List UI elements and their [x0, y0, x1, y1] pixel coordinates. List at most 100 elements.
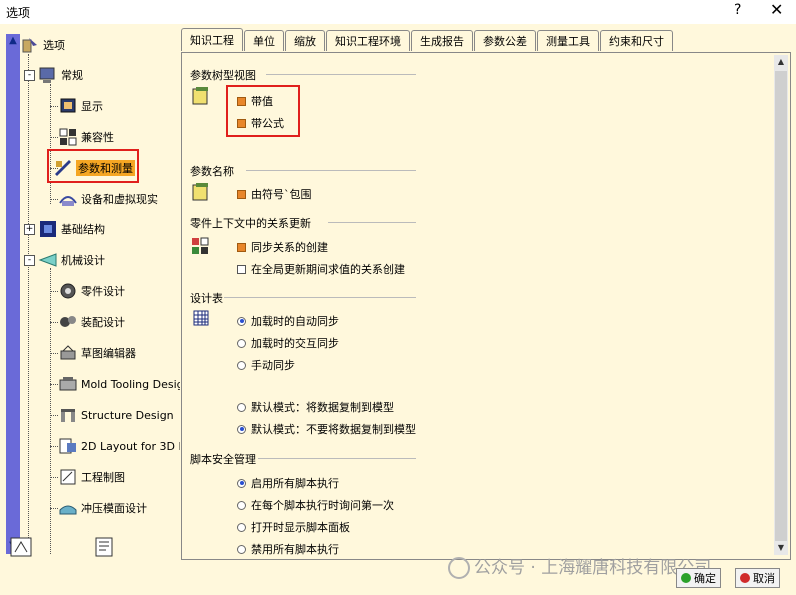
radio-interactive-sync[interactable]: 加载时的交互同步 — [237, 335, 339, 351]
tree-scrollbar[interactable]: ▲ ▼ — [6, 34, 20, 554]
tree-item-die-face[interactable]: 冲压模面设计 — [58, 497, 147, 519]
checkbox-label: 带公式 — [251, 117, 284, 130]
radio-show-script-panel[interactable]: 打开时显示脚本面板 — [237, 519, 350, 535]
tree-item-drafting[interactable]: 工程制图 — [58, 466, 125, 488]
section-title-tree-view: 参数树型视图 — [190, 69, 256, 82]
section-divider — [246, 170, 416, 171]
checkbox-with-value[interactable]: 带值 — [237, 93, 273, 109]
tree-item-label: 2D Layout for 3D Des — [81, 439, 180, 453]
tree-expander-general[interactable]: - — [24, 70, 35, 81]
tree-scroll-up-arrow[interactable]: ▲ — [7, 35, 19, 47]
tree-item-part-design[interactable]: 零件设计 — [58, 280, 125, 302]
tree-item-devices-vr[interactable]: 设备和虚拟现实 — [58, 188, 158, 210]
tree-item-display[interactable]: 显示 — [58, 95, 103, 117]
checkbox[interactable] — [237, 189, 246, 199]
tab-content: ▲ ▼ 参数树型视图 带值 带公式 参数名称 由符号`包围 零件上下文中的关系更… — [181, 52, 791, 560]
scroll-up-arrow-icon[interactable]: ▲ — [775, 56, 787, 68]
ok-button-label: 确定 — [694, 572, 716, 585]
drafting-icon — [58, 467, 78, 487]
tree-connector — [50, 384, 58, 385]
tab-knowledge-environment[interactable]: 知识工程环境 — [326, 30, 410, 51]
tree-expander-infrastructure[interactable]: + — [24, 224, 35, 235]
radio-disable-all-scripts[interactable]: 禁用所有脚本执行 — [237, 541, 339, 557]
section-divider — [258, 458, 416, 459]
close-button[interactable]: ✕ — [770, 0, 783, 19]
cancel-button[interactable]: 取消 — [735, 568, 780, 588]
tab-knowledgeware[interactable]: 知识工程 — [181, 28, 243, 51]
tree-tool-2-icon — [95, 537, 113, 557]
tree-item-label: 工程制图 — [81, 471, 125, 484]
tree-item-label: 参数和测量 — [76, 160, 135, 176]
radio[interactable] — [237, 544, 246, 554]
tree-item-parameters-measure[interactable]: 参数和测量 — [53, 157, 135, 179]
checkbox[interactable] — [237, 242, 246, 252]
radio-manual-sync[interactable]: 手动同步 — [237, 357, 295, 373]
checkbox-with-formula[interactable]: 带公式 — [237, 115, 284, 131]
cancel-button-label: 取消 — [753, 572, 775, 585]
tab-constraints-dimensions[interactable]: 约束和尺寸 — [600, 30, 673, 51]
section-title-relations-update: 零件上下文中的关系更新 — [190, 217, 311, 230]
content-scrollbar[interactable]: ▲ ▼ — [774, 55, 788, 555]
checkbox-global-update-relations[interactable]: 在全局更新期间求值的关系创建 — [237, 261, 405, 277]
radio-label: 启用所有脚本执行 — [251, 477, 339, 490]
help-button[interactable]: ? — [734, 2, 741, 18]
die-face-icon — [58, 498, 78, 518]
tree-item-mold-tooling[interactable]: Mold Tooling Design — [58, 373, 180, 395]
layout-2d-icon — [58, 436, 78, 456]
tab-units[interactable]: 单位 — [244, 30, 284, 51]
checkbox[interactable] — [237, 264, 246, 274]
section-title-script-security: 脚本安全管理 — [190, 453, 256, 466]
radio[interactable] — [237, 402, 246, 412]
radio[interactable] — [237, 500, 246, 510]
radio-label: 手动同步 — [251, 359, 295, 372]
tree-item-2d-layout[interactable]: 2D Layout for 3D Des — [58, 435, 180, 457]
tree-item-compatibility[interactable]: 兼容性 — [58, 126, 114, 148]
tab-parameter-tolerance[interactable]: 参数公差 — [474, 30, 536, 51]
radio-enable-all-scripts[interactable]: 启用所有脚本执行 — [237, 475, 339, 491]
mechanical-design-icon — [38, 250, 58, 270]
checkbox-sync-relations[interactable]: 同步关系的创建 — [237, 239, 328, 255]
radio[interactable] — [237, 338, 246, 348]
radio-label: 禁用所有脚本执行 — [251, 543, 339, 556]
radio[interactable] — [237, 478, 246, 488]
radio-label: 在每个脚本执行时询问第一次 — [251, 499, 394, 512]
tree-item-label: 兼容性 — [81, 131, 114, 144]
checkbox-surround-symbol[interactable]: 由符号`包围 — [237, 186, 312, 202]
tab-report-generation[interactable]: 生成报告 — [411, 30, 473, 51]
options-tree[interactable]: 选项 - 常规 显示 兼容性 参数和测量 设备和虚拟现实 + 基础结构 - 机械… — [20, 34, 180, 554]
tree-tool-button-2[interactable] — [92, 534, 118, 560]
radio-default-no-copy[interactable]: 默认模式：不要将数据复制到模型 — [237, 421, 416, 437]
radio[interactable] — [237, 522, 246, 532]
radio[interactable] — [237, 424, 246, 434]
radio-default-copy[interactable]: 默认模式：将数据复制到模型 — [237, 399, 394, 415]
tree-expander-mechanical[interactable]: - — [24, 255, 35, 266]
tree-item-general[interactable]: 常规 — [38, 64, 83, 86]
checkbox[interactable] — [237, 96, 246, 106]
tree-item-label: 常规 — [61, 69, 83, 82]
tree-item-options[interactable]: 选项 — [20, 34, 65, 56]
watermark: 公众号 · 上海耀唐科技有限公司 — [448, 553, 711, 579]
ok-button[interactable]: 确定 — [676, 568, 721, 588]
tree-connector — [50, 508, 58, 509]
section-title-design-table: 设计表 — [190, 292, 223, 305]
devices-vr-icon — [58, 189, 78, 209]
tree-tool-button-1[interactable] — [9, 534, 35, 560]
cancel-icon — [740, 573, 750, 583]
tree-item-sketcher[interactable]: 草图编辑器 — [58, 342, 136, 364]
tree-item-infrastructure[interactable]: 基础结构 — [38, 218, 105, 240]
tree-item-assembly-design[interactable]: 装配设计 — [58, 311, 125, 333]
radio-ask-first-time[interactable]: 在每个脚本执行时询问第一次 — [237, 497, 394, 513]
scroll-thumb[interactable] — [775, 71, 787, 541]
tree-item-mechanical-design[interactable]: 机械设计 — [38, 249, 105, 271]
radio[interactable] — [237, 316, 246, 326]
tree-item-label: Structure Design — [81, 408, 174, 422]
checkbox[interactable] — [237, 118, 246, 128]
tree-connector — [50, 291, 58, 292]
radio-auto-sync[interactable]: 加载时的自动同步 — [237, 313, 339, 329]
tab-scale[interactable]: 缩放 — [285, 30, 325, 51]
radio[interactable] — [237, 360, 246, 370]
scroll-down-arrow-icon[interactable]: ▼ — [775, 542, 787, 554]
tree-item-label: 选项 — [43, 39, 65, 52]
tree-item-structure-design[interactable]: Structure Design — [58, 404, 174, 426]
tab-measure-tools[interactable]: 测量工具 — [537, 30, 599, 51]
